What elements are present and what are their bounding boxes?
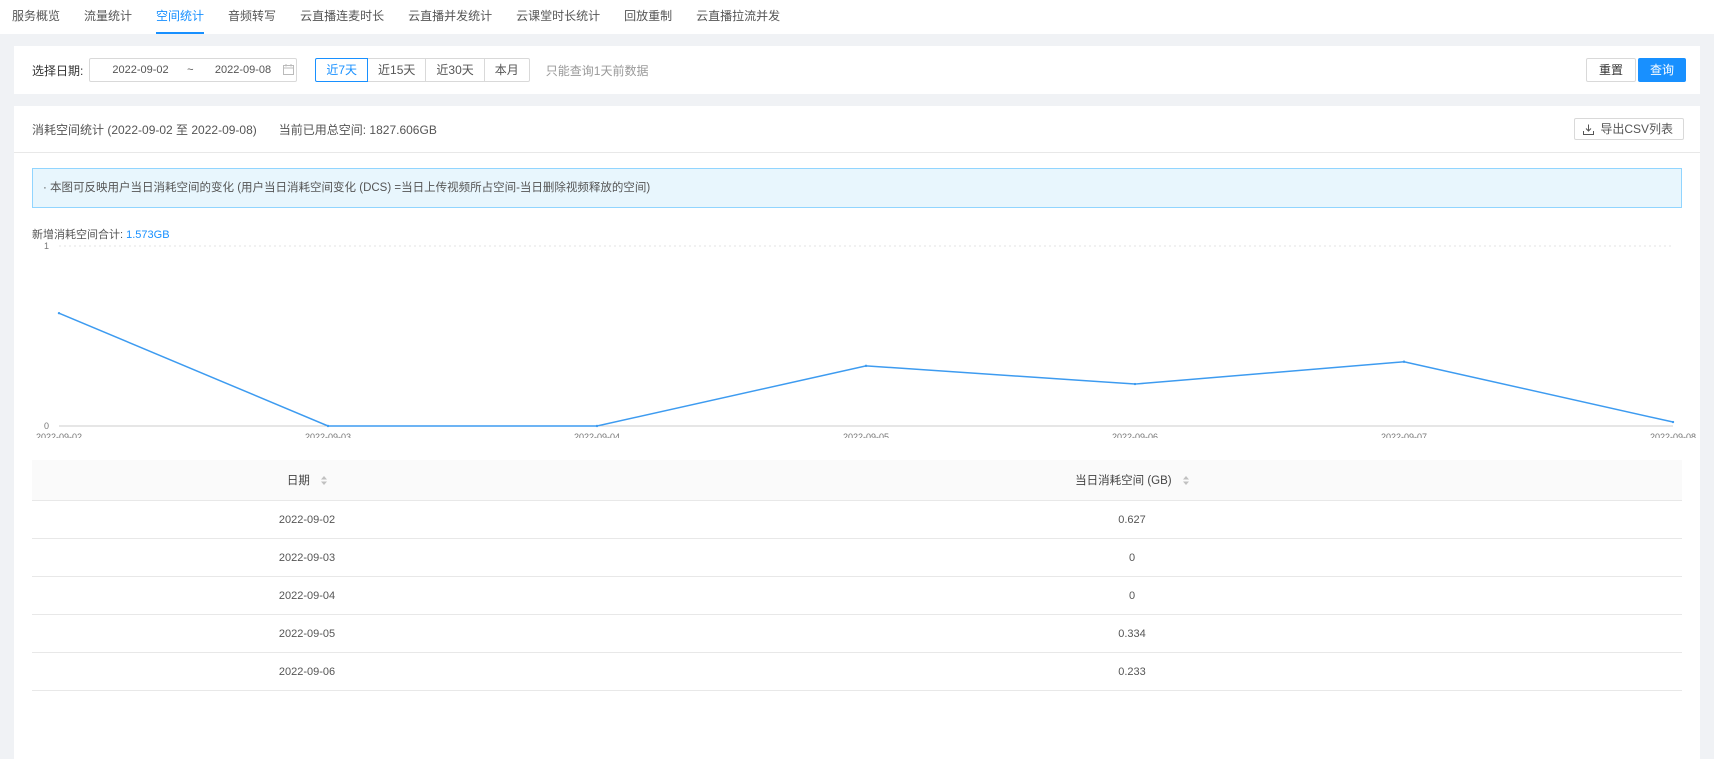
range-7-days-button[interactable]: 近7天 — [315, 58, 369, 82]
start-date-input[interactable]: 2022-09-02 — [112, 64, 175, 76]
sort-icon[interactable] — [321, 476, 328, 486]
data-point — [57, 311, 61, 315]
table-row: 2022-09-05 0.334 — [32, 615, 1682, 653]
query-button[interactable]: 查询 — [1637, 58, 1686, 82]
cell-space: 0 — [1128, 551, 1136, 564]
end-date-input[interactable]: 2022-09-08 — [215, 64, 282, 76]
x-tick-label: 2022-09-05 — [843, 432, 889, 438]
data-point — [326, 424, 330, 428]
header-date-label: 日期 — [286, 475, 310, 487]
x-tick-label: 2022-09-04 — [574, 432, 620, 438]
date-label: 选择日期: — [32, 63, 84, 78]
tab-space-stats[interactable]: 空间统计 — [144, 0, 216, 34]
export-csv-label: 导出CSV列表 — [1600, 122, 1673, 136]
reset-button[interactable]: 重置 — [1585, 58, 1636, 82]
cell-date: 2022-09-05 — [278, 627, 336, 640]
sort-icon[interactable] — [1182, 476, 1189, 486]
tab-live-mic-duration[interactable]: 云直播连麦时长 — [288, 0, 396, 34]
filter-bar: 选择日期: 2022-09-02 ~ 2022-09-08 近7天 近15天 近… — [14, 46, 1700, 94]
export-csv-button[interactable]: 导出CSV列表 — [1574, 118, 1684, 140]
quick-range-group: 近7天 近15天 近30天 本月 — [315, 58, 530, 82]
download-icon — [1583, 124, 1595, 135]
cell-space: 0 — [1128, 589, 1136, 602]
range-15-days-button[interactable]: 近15天 — [367, 58, 427, 82]
table-header: 日期 当日消耗空间 (GB) — [32, 460, 1682, 501]
tab-live-pull-concurrency[interactable]: 云直播拉流并发 — [684, 0, 792, 34]
tab-replay-remake[interactable]: 回放重制 — [612, 0, 684, 34]
panel-header: 消耗空间统计 (2022-09-02 至 2022-09-08) 当前已用总空间… — [14, 106, 1700, 153]
data-point — [1133, 382, 1137, 386]
calendar-icon[interactable] — [283, 64, 296, 76]
space-line-chart: 0 1 2022-09-02 2022-09-03 2022-09-04 2022-09-… — [36, 241, 1696, 438]
data-point — [1671, 420, 1675, 424]
header-daily-space-label: 当日消耗空间 (GB) — [1075, 475, 1172, 487]
date-range-picker[interactable]: 2022-09-02 ~ 2022-09-08 — [89, 58, 298, 82]
cell-date: 2022-09-04 — [278, 589, 336, 602]
tab-live-concurrency[interactable]: 云直播并发统计 — [396, 0, 504, 34]
tab-traffic-stats[interactable]: 流量统计 — [72, 0, 144, 34]
x-tick-label: 2022-09-03 — [305, 432, 351, 438]
data-point — [864, 364, 868, 368]
data-point — [1402, 360, 1406, 363]
x-tick-label: 2022-09-08 — [1650, 432, 1696, 438]
cell-date: 2022-09-06 — [278, 665, 336, 678]
range-this-month-button[interactable]: 本月 — [483, 58, 530, 82]
x-tick-label: 2022-09-02 — [36, 432, 82, 438]
summary-title: 消耗空间统计 (2022-09-02 至 2022-09-08) — [32, 122, 257, 137]
info-notice: · 本图可反映用户当日消耗空间的变化 (用户当日消耗空间变化 (DCS) =当日… — [32, 168, 1682, 208]
header-date[interactable]: 日期 — [32, 472, 582, 488]
date-separator: ~ — [187, 64, 194, 76]
range-30-days-button[interactable]: 近30天 — [425, 58, 485, 82]
cell-space: 0.627 — [1118, 513, 1146, 526]
table-row: 2022-09-04 0 — [32, 577, 1682, 615]
cell-date: 2022-09-02 — [278, 513, 336, 526]
x-tick-label: 2022-09-06 — [1112, 432, 1158, 438]
top-tab-bar: 服务概览 流量统计 空间统计 音频转写 云直播连麦时长 云直播并发统计 云课堂时… — [0, 0, 1714, 34]
data-point — [595, 424, 599, 428]
table-row: 2022-09-06 0.233 — [32, 653, 1682, 691]
header-daily-space[interactable]: 当日消耗空间 (GB) — [582, 472, 1682, 488]
y-tick-label: 0 — [44, 421, 49, 431]
series-line — [58, 312, 1674, 427]
cell-space: 0.334 — [1118, 627, 1146, 640]
cell-space: 0.233 — [1118, 665, 1146, 678]
tab-classroom-duration[interactable]: 云课堂时长统计 — [504, 0, 612, 34]
table-row: 2022-09-03 0 — [32, 539, 1682, 577]
query-hint: 只能查询1天前数据 — [545, 63, 649, 78]
x-tick-label: 2022-09-07 — [1381, 432, 1427, 438]
tab-audio-transcription[interactable]: 音频转写 — [216, 0, 288, 34]
space-stats-panel: 消耗空间统计 (2022-09-02 至 2022-09-08) 当前已用总空间… — [14, 106, 1700, 759]
used-total-space: 当前已用总空间: 1827.606GB — [278, 122, 437, 137]
table-row: 2022-09-02 0.627 — [32, 501, 1682, 539]
y-tick-label: 1 — [44, 241, 49, 251]
space-table: 日期 当日消耗空间 (GB) 2022-09-02 0.627 2022-09-… — [32, 460, 1682, 691]
cell-date: 2022-09-03 — [278, 551, 336, 564]
tab-service-overview[interactable]: 服务概览 — [0, 0, 72, 34]
